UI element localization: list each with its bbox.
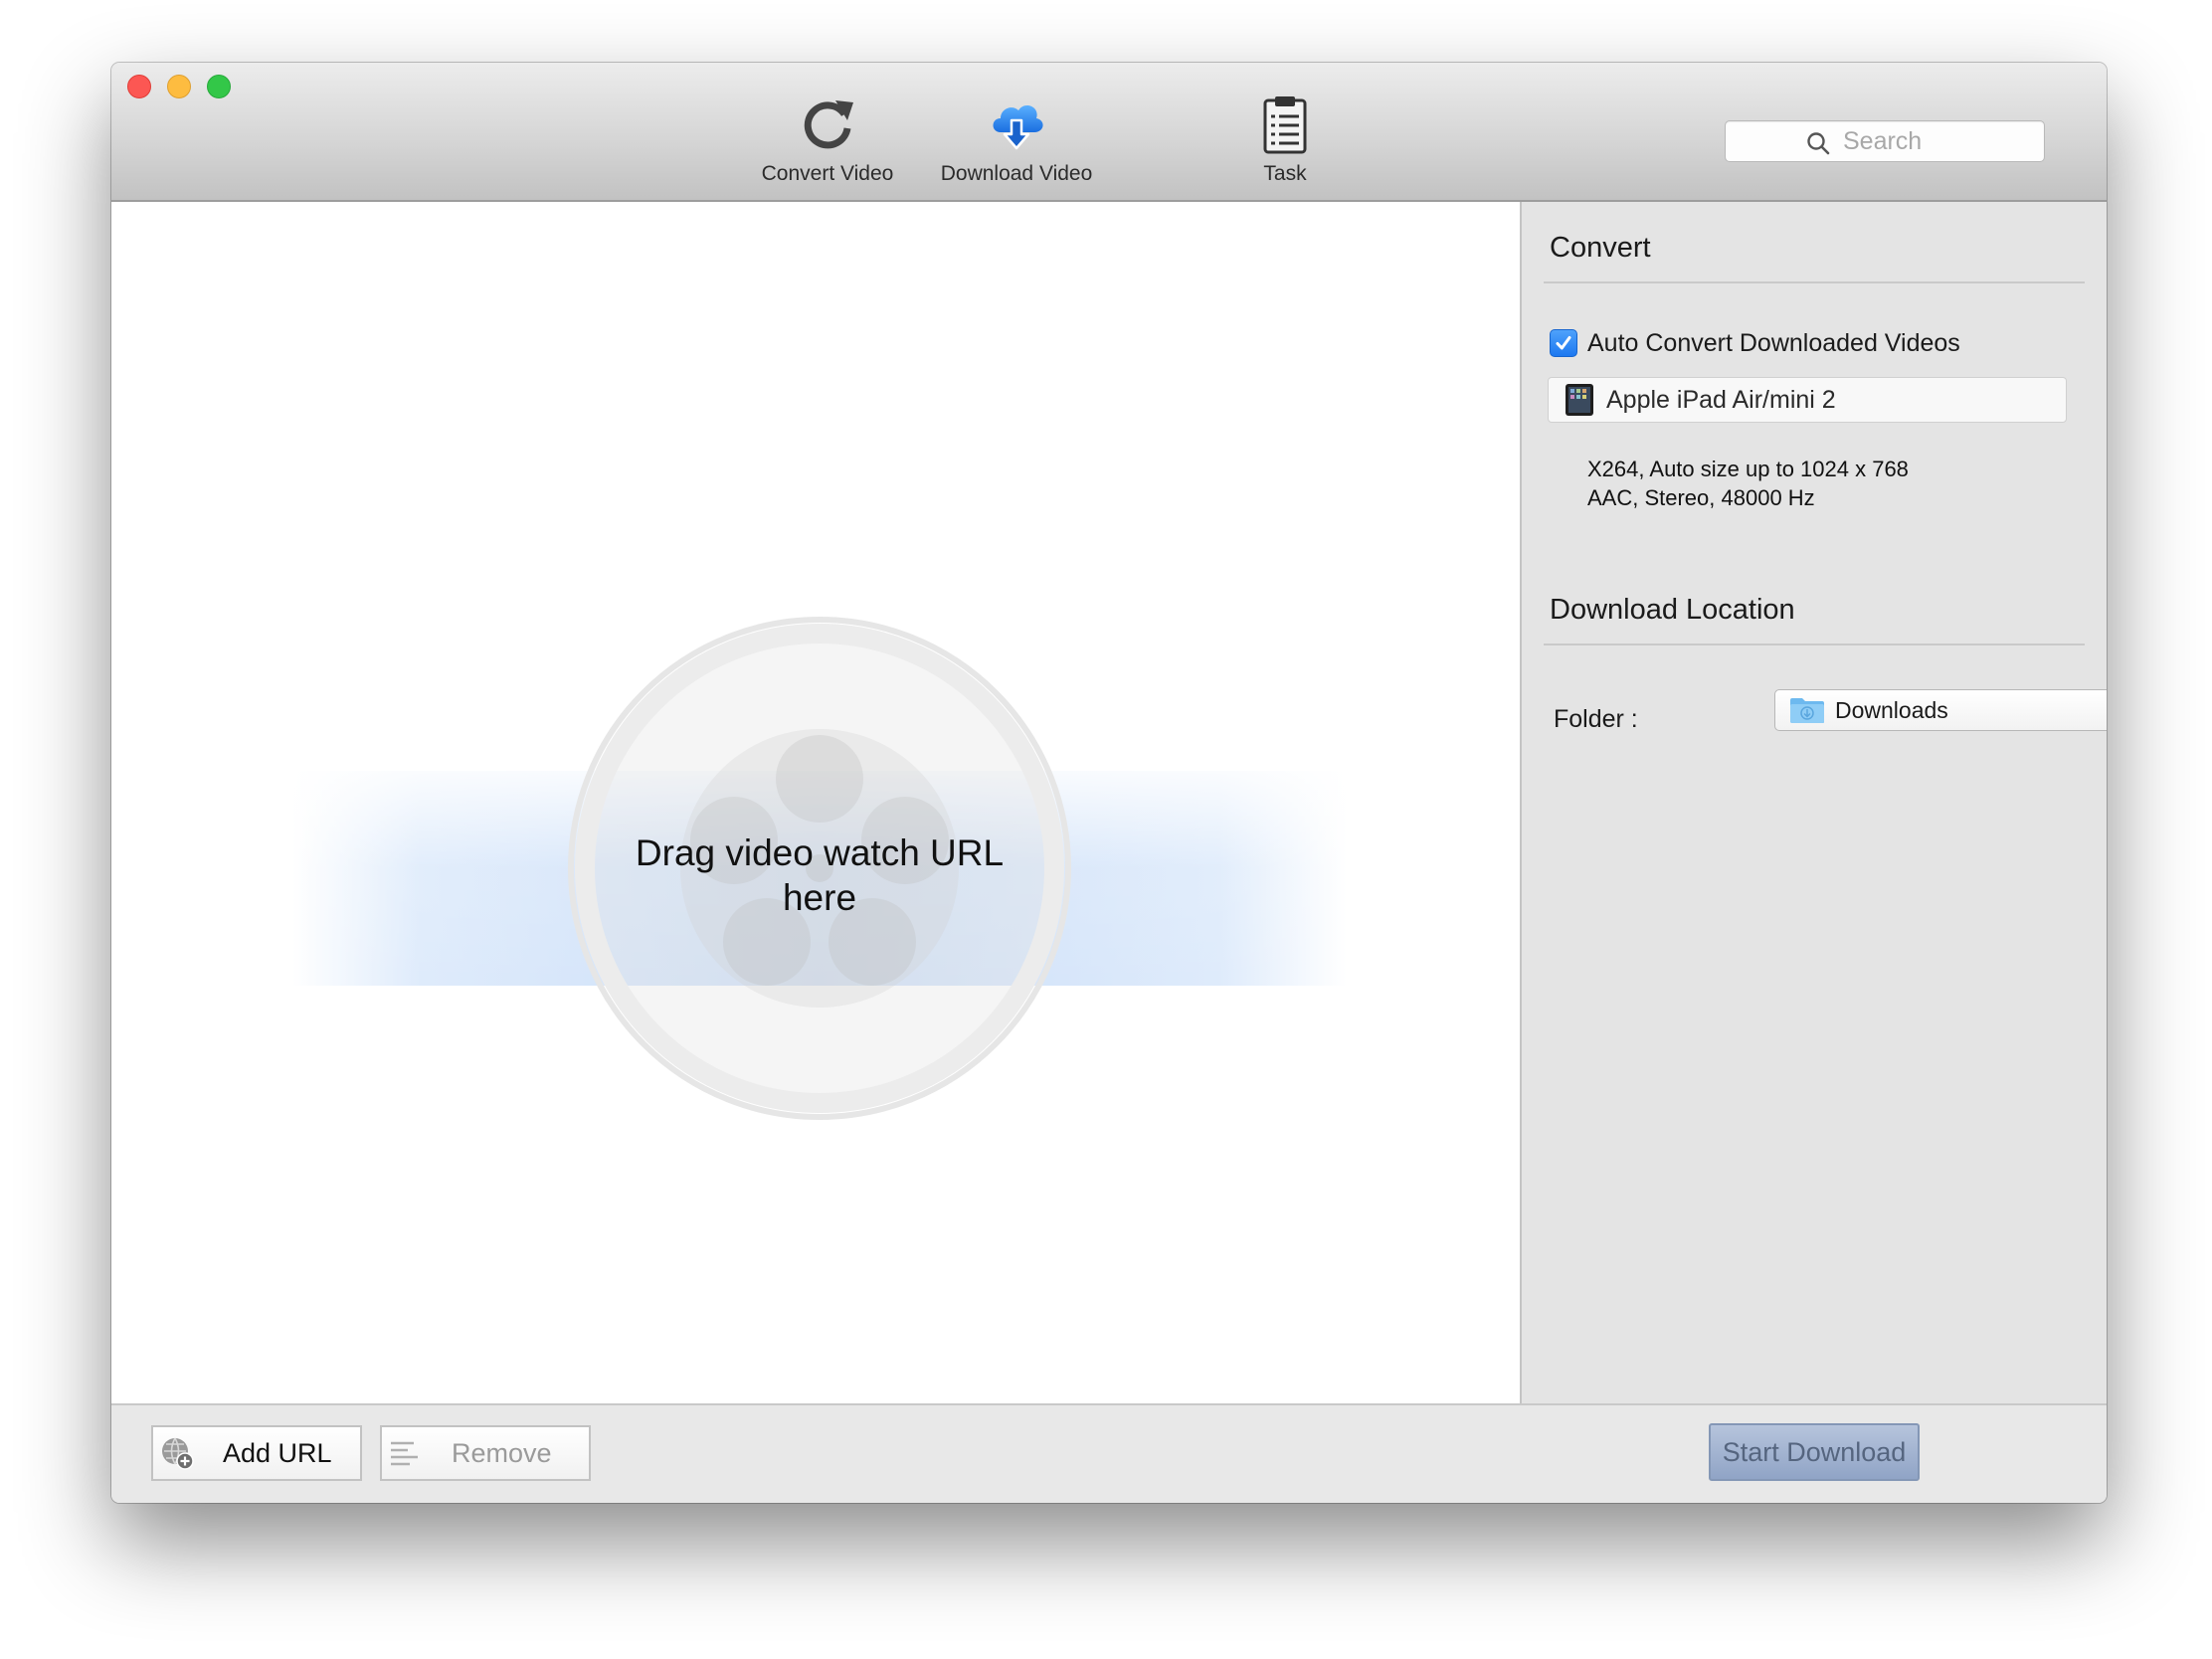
convert-section-title: Convert — [1550, 232, 1651, 264]
list-remove-icon — [391, 1441, 418, 1466]
ipad-icon — [1566, 384, 1593, 416]
url-drop-area[interactable]: Drag video watch URL here — [111, 202, 1522, 1403]
auto-convert-option[interactable]: Auto Convert Downloaded Videos — [1550, 327, 1960, 359]
folder-label: Folder : — [1554, 705, 1638, 733]
window-close-button[interactable] — [127, 75, 151, 98]
remove-label: Remove — [452, 1437, 552, 1468]
search-field[interactable] — [1725, 120, 2045, 162]
video-spec-text: X264, Auto size up to 1024 x 768 — [1587, 457, 1909, 481]
settings-sidebar: Convert Auto Convert Downloaded Videos A… — [1522, 202, 2107, 1403]
output-preset-selector[interactable]: Apple iPad Air/mini 2 — [1548, 377, 2067, 423]
folder-name: Downloads — [1835, 696, 1948, 723]
add-url-label: Add URL — [223, 1437, 332, 1468]
drop-hint-line-2: here — [782, 877, 857, 918]
app-window: Convert Video Download Video Task Search… — [111, 63, 2107, 1503]
bottom-toolbar: Add URL Remove Start Download — [111, 1403, 2107, 1503]
drop-hint-text: Drag video watch URL here — [621, 830, 1018, 920]
downloads-folder-icon — [1790, 698, 1824, 723]
download-location-divider — [1544, 644, 2085, 645]
toolbar: Convert Video Download Video Task Search — [111, 63, 2107, 202]
drop-hint-line-1: Drag video watch URL — [635, 832, 1005, 873]
add-url-button[interactable]: Add URL — [151, 1425, 362, 1481]
window-minimize-button[interactable] — [167, 75, 191, 98]
task-label: Task — [1263, 162, 1307, 185]
audio-spec-text: AAC, Stereo, 48000 Hz — [1587, 485, 1815, 510]
preset-name: Apple iPad Air/mini 2 — [1606, 385, 1836, 414]
task-button[interactable]: Task — [1245, 92, 1325, 192]
download-video-button[interactable]: Download Video — [927, 92, 1106, 192]
convert-section-divider — [1544, 281, 2085, 283]
remove-button[interactable]: Remove — [380, 1425, 591, 1481]
window-zoom-button[interactable] — [207, 75, 231, 98]
start-download-button[interactable]: Start Download — [1709, 1423, 1920, 1481]
folder-select[interactable]: Downloads — [1774, 689, 2107, 731]
search-input[interactable] — [1726, 121, 2044, 161]
convert-video-button[interactable]: Convert Video — [748, 92, 907, 192]
download-video-label: Download Video — [940, 162, 1093, 185]
auto-convert-checkbox[interactable] — [1550, 329, 1577, 357]
clipboard-icon — [1263, 96, 1307, 154]
download-location-title: Download Location — [1550, 594, 1795, 626]
checkmark-icon — [1556, 336, 1571, 350]
convert-video-label: Convert Video — [761, 162, 894, 185]
auto-convert-label: Auto Convert Downloaded Videos — [1587, 328, 1960, 357]
globe-add-icon — [162, 1437, 194, 1470]
cloud-download-icon — [993, 104, 1043, 150]
refresh-icon — [804, 100, 853, 149]
